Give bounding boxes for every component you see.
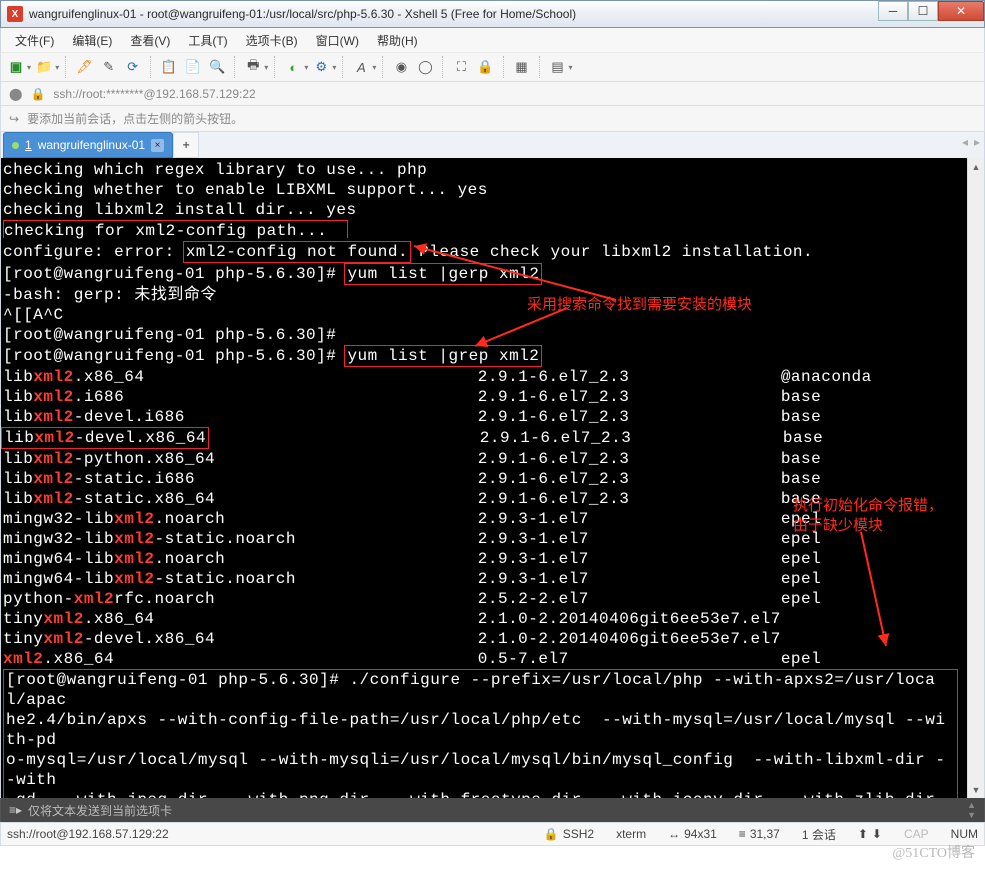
disconnect-button[interactable]: ✎ [98,56,120,78]
tab-label: wangruifenglinux-01 [38,138,145,152]
run-script-button[interactable]: ◉ [390,56,412,78]
menu-window[interactable]: 窗口(W) [310,30,365,51]
minimize-button[interactable]: ─ [878,1,908,21]
send-text: 仅将文本发送到当前选项卡 [28,802,172,819]
session-tab-active[interactable]: 1 wangruifenglinux-01 × [3,132,173,158]
status-size: 94x31 [684,827,717,841]
status-ssh: SSH2 [563,827,594,841]
print-button[interactable]: 🖶 [242,56,264,78]
net-up-icon: ⬆ [858,827,868,841]
menu-view[interactable]: 查看(V) [124,30,176,51]
transparent-button[interactable]: ▦ [511,56,533,78]
address-bar: ⬤ 🔒 ssh://root:********@192.168.57.129:2… [0,82,985,106]
terminal-output[interactable]: checking which regex library to use... p… [1,158,984,798]
terminal-scrollbar[interactable]: ▲ ▼ [967,158,984,798]
lock-button[interactable]: 🔒 [474,56,496,78]
lock-icon: 🔒 [30,87,45,101]
size-icon: ↔ [668,827,680,841]
hint-arrow-icon[interactable]: ↪ [9,112,19,126]
watermark: @51CTO博客 [892,842,975,862]
ssh-icon: 🔒 [544,827,559,841]
status-pos: 31,37 [750,827,780,841]
menu-edit[interactable]: 编辑(E) [66,30,118,51]
net-dn-icon: ⬇ [872,827,882,841]
tab-next-button[interactable]: ▸ [974,135,980,149]
layout-button[interactable]: ▤ [547,56,569,78]
send-dropdown-button[interactable]: ▲▼ [967,800,976,820]
window-titlebar: X wangruifenglinux-01 - root@wangruifeng… [0,0,985,28]
new-session-button[interactable]: ▣ [5,56,27,78]
pos-icon: ≡ [739,827,746,841]
tab-close-button[interactable]: × [151,139,164,152]
send-bar[interactable]: ≡▸ 仅将文本发送到当前选项卡 ▲▼ [0,798,985,822]
close-button[interactable]: ✕ [938,1,984,21]
scroll-up-button[interactable]: ▲ [968,158,984,175]
tab-index: 1 [25,138,32,152]
encoding-button[interactable]: ⚙ [310,56,332,78]
stop-script-button[interactable]: ◯ [414,56,436,78]
menu-file[interactable]: 文件(F) [9,30,60,51]
address-text[interactable]: ssh://root:********@192.168.57.129:22 [53,87,255,101]
open-button[interactable]: 📁 [33,56,55,78]
app-icon: X [7,6,23,22]
find-button[interactable]: 🔍 [206,56,228,78]
info-text: 要添加当前会话，点击左侧的箭头按钮。 [27,110,243,127]
status-term: xterm [616,827,646,841]
status-dot-icon [12,142,19,149]
font-button[interactable]: A [350,56,372,78]
paste-button[interactable]: 📄 [182,56,204,78]
status-connection: ssh://root@192.168.57.129:22 [7,827,169,841]
bullet-icon: ⬤ [9,87,22,101]
color-scheme-button[interactable]: ◐ [282,56,304,78]
properties-button[interactable]: ⟳ [122,56,144,78]
menu-tools[interactable]: 工具(T) [182,30,233,51]
scroll-down-button[interactable]: ▼ [968,781,984,798]
menu-bar: 文件(F) 编辑(E) 查看(V) 工具(T) 选项卡(B) 窗口(W) 帮助(… [0,28,985,52]
reconnect-button[interactable]: 🖋 [73,56,96,78]
menu-help[interactable]: 帮助(H) [371,30,424,51]
status-bar: ssh://root@192.168.57.129:22 🔒 SSH2 xterm… [0,822,985,846]
send-icon[interactable]: ≡▸ [9,803,22,817]
menu-tab[interactable]: 选项卡(B) [240,30,304,51]
terminal-pane[interactable]: checking which regex library to use... p… [0,158,985,798]
copy-button[interactable]: 📋 [158,56,180,78]
fullscreen-button[interactable]: ⛶ [450,56,472,78]
window-title: wangruifenglinux-01 - root@wangruifeng-0… [29,7,576,21]
toolbar: ▣▾ 📁▾ 🖋 ✎ ⟳ 📋 📄 🔍 🖶▾ ◐▾ ⚙▾ A▾ ◉ ◯ ⛶ 🔒 ▦ … [0,52,985,82]
tab-bar: 1 wangruifenglinux-01 × + ◂ ▸ [0,132,985,158]
tab-add-button[interactable]: + [173,132,199,158]
status-cap: CAP [904,827,929,841]
tab-prev-button[interactable]: ◂ [962,135,968,149]
maximize-button[interactable]: ☐ [908,1,938,21]
info-bar: ↪ 要添加当前会话，点击左侧的箭头按钮。 [0,106,985,132]
status-num: NUM [951,827,978,841]
status-sessions: 1 会话 [802,826,836,843]
